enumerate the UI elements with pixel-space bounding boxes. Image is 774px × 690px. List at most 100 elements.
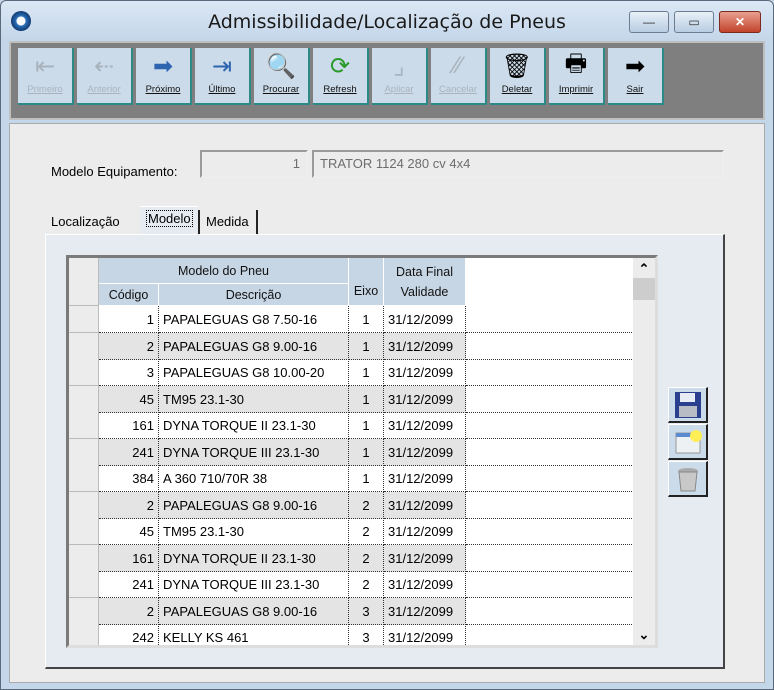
trash-icon: 🗑	[501, 52, 533, 80]
table-row[interactable]: 2 PAPALEGUAS G8 9.00-16 1 31/12/2099	[99, 332, 634, 360]
table-row[interactable]: 3 PAPALEGUAS G8 10.00-20 1 31/12/2099	[99, 359, 634, 386]
cell-codigo: 2	[99, 597, 159, 625]
row-header[interactable]	[69, 359, 99, 386]
cell-eixo: 1	[349, 438, 384, 466]
close-button[interactable]: ✕	[719, 11, 761, 33]
table-row[interactable]: 1 PAPALEGUAS G8 7.50-16 1 31/12/2099	[99, 306, 634, 333]
row-header[interactable]	[69, 597, 99, 625]
toolbar-primeiro-button[interactable]: ⇤ Primeiro	[18, 48, 74, 105]
scroll-down-arrow-icon[interactable]: ⌄	[633, 627, 655, 643]
row-header[interactable]	[69, 544, 99, 572]
row-header[interactable]	[69, 518, 99, 545]
vertical-scrollbar[interactable]: ⌃ ⌄	[633, 258, 655, 645]
equipment-code-field[interactable]: 1	[200, 150, 308, 178]
cell-data: 31/12/2099	[384, 624, 466, 645]
toolbar-cancelar-button[interactable]: ⁄⁄ Cancelar	[431, 48, 487, 105]
table-row[interactable]: 241 DYNA TORQUE III 23.1-30 1 31/12/2099	[99, 438, 634, 466]
toolbar-sair-button[interactable]: ➡ Sair	[608, 48, 664, 105]
last-arrow-icon: ⇥	[211, 52, 233, 80]
table-row[interactable]: 384 A 360 710/70R 38 1 31/12/2099	[99, 465, 634, 492]
table-row[interactable]: 161 DYNA TORQUE II 23.1-30 2 31/12/2099	[99, 544, 634, 572]
scroll-thumb[interactable]	[633, 278, 655, 300]
cell-codigo: 242	[99, 624, 159, 645]
row-header[interactable]	[69, 332, 99, 360]
cell-codigo: 2	[99, 491, 159, 519]
scroll-up-arrow-icon[interactable]: ⌃	[633, 258, 655, 278]
grid-corner	[69, 258, 99, 306]
cell-descricao: PAPALEGUAS G8 9.00-16	[159, 332, 349, 360]
cell-descricao: DYNA TORQUE III 23.1-30	[159, 571, 349, 598]
toolbar-refresh-button[interactable]: ⟳ Refresh	[313, 48, 369, 105]
cell-data: 31/12/2099	[384, 597, 466, 625]
row-header[interactable]	[69, 412, 99, 439]
new-window-star-icon	[675, 429, 702, 453]
cell-codigo: 1	[99, 306, 159, 333]
cell-eixo: 3	[349, 597, 384, 625]
table-row[interactable]: 161 DYNA TORQUE II 23.1-30 1 31/12/2099	[99, 412, 634, 439]
cell-empty	[466, 386, 634, 413]
row-header[interactable]	[69, 624, 99, 645]
delete-row-button[interactable]	[668, 461, 708, 497]
toolbar-ultimo-button[interactable]: ⇥ Último	[195, 48, 251, 105]
previous-icon: ⇠	[93, 52, 115, 80]
table-row[interactable]: 2 PAPALEGUAS G8 9.00-16 3 31/12/2099	[99, 597, 634, 625]
table-row[interactable]: 242 KELLY KS 461 3 31/12/2099	[99, 624, 634, 645]
cell-eixo: 2	[349, 571, 384, 598]
toolbar-aplicar-button[interactable]: ⌟ Aplicar	[372, 48, 428, 105]
row-header[interactable]	[69, 571, 99, 598]
toolbar-button-label: Sair	[626, 84, 644, 95]
cell-eixo: 1	[349, 385, 384, 413]
cell-eixo: 1	[349, 332, 384, 360]
tab-modelo[interactable]: Modelo	[140, 206, 198, 236]
toolbar-button-label: Anterior	[87, 84, 121, 95]
table-row[interactable]: 45 TM95 23.1-30 2 31/12/2099	[99, 518, 634, 545]
toolbar-deletar-button[interactable]: 🗑 Deletar	[490, 48, 546, 105]
header-codigo[interactable]: Código	[99, 284, 159, 306]
toolbar-button-label: Aplicar	[384, 84, 414, 95]
cell-eixo: 2	[349, 544, 384, 572]
cell-descricao: PAPALEGUAS G8 7.50-16	[159, 306, 349, 333]
cell-empty	[466, 492, 634, 519]
cell-empty	[466, 624, 634, 645]
header-data-final-validade[interactable]: Data Final Validade	[384, 258, 466, 306]
cell-descricao: PAPALEGUAS G8 10.00-20	[159, 359, 349, 386]
toolbar-button-label: Cancelar	[438, 84, 478, 95]
row-header[interactable]	[69, 491, 99, 519]
table-row[interactable]: 241 DYNA TORQUE III 23.1-30 2 31/12/2099	[99, 571, 634, 598]
next-arrow-icon: ➡	[152, 52, 174, 80]
cell-descricao: PAPALEGUAS G8 9.00-16	[159, 597, 349, 625]
row-header[interactable]	[69, 306, 99, 333]
row-header[interactable]	[69, 385, 99, 413]
row-header[interactable]	[69, 438, 99, 466]
toolbar-button-label: Último	[208, 84, 236, 95]
refresh-icon: ⟳	[329, 52, 351, 80]
cell-eixo: 3	[349, 624, 384, 645]
toolbar-button-label: Refresh	[323, 84, 357, 95]
trash-icon	[677, 467, 698, 491]
header-eixo[interactable]: Eixo	[349, 258, 384, 306]
table-row[interactable]: 45 TM95 23.1-30 1 31/12/2099	[99, 385, 634, 413]
title-bar: Admissibilidade/Localização de Pneus — ▭…	[1, 1, 773, 41]
header-descricao[interactable]: Descrição	[159, 284, 349, 306]
row-header[interactable]	[69, 465, 99, 492]
table-row[interactable]: 2 PAPALEGUAS G8 9.00-16 2 31/12/2099	[99, 491, 634, 519]
cell-empty	[466, 412, 634, 439]
tab-panel-modelo: Modelo do Pneu Código Descrição Eixo Dat…	[45, 234, 725, 669]
toolbar-procurar-button[interactable]: 🔍 Procurar	[254, 48, 310, 105]
cell-codigo: 161	[99, 544, 159, 572]
cell-codigo: 45	[99, 518, 159, 545]
cell-eixo: 1	[349, 359, 384, 386]
maximize-button[interactable]: ▭	[674, 11, 714, 33]
cell-data: 31/12/2099	[384, 359, 466, 386]
minimize-button[interactable]: —	[629, 11, 669, 33]
toolbar-proximo-button[interactable]: ➡ Próximo	[136, 48, 192, 105]
toolbar-imprimir-button[interactable]: 🖶 Imprimir	[549, 48, 605, 105]
cell-empty	[466, 598, 634, 625]
save-button[interactable]	[668, 387, 708, 423]
equipment-description-field[interactable]: TRATOR 1124 280 cv 4x4	[312, 150, 724, 178]
toolbar-button-label: Imprimir	[558, 84, 594, 95]
cell-data: 31/12/2099	[384, 412, 466, 439]
cell-data: 31/12/2099	[384, 491, 466, 519]
toolbar-anterior-button[interactable]: ⇠ Anterior	[77, 48, 133, 105]
new-record-button[interactable]	[668, 424, 708, 460]
